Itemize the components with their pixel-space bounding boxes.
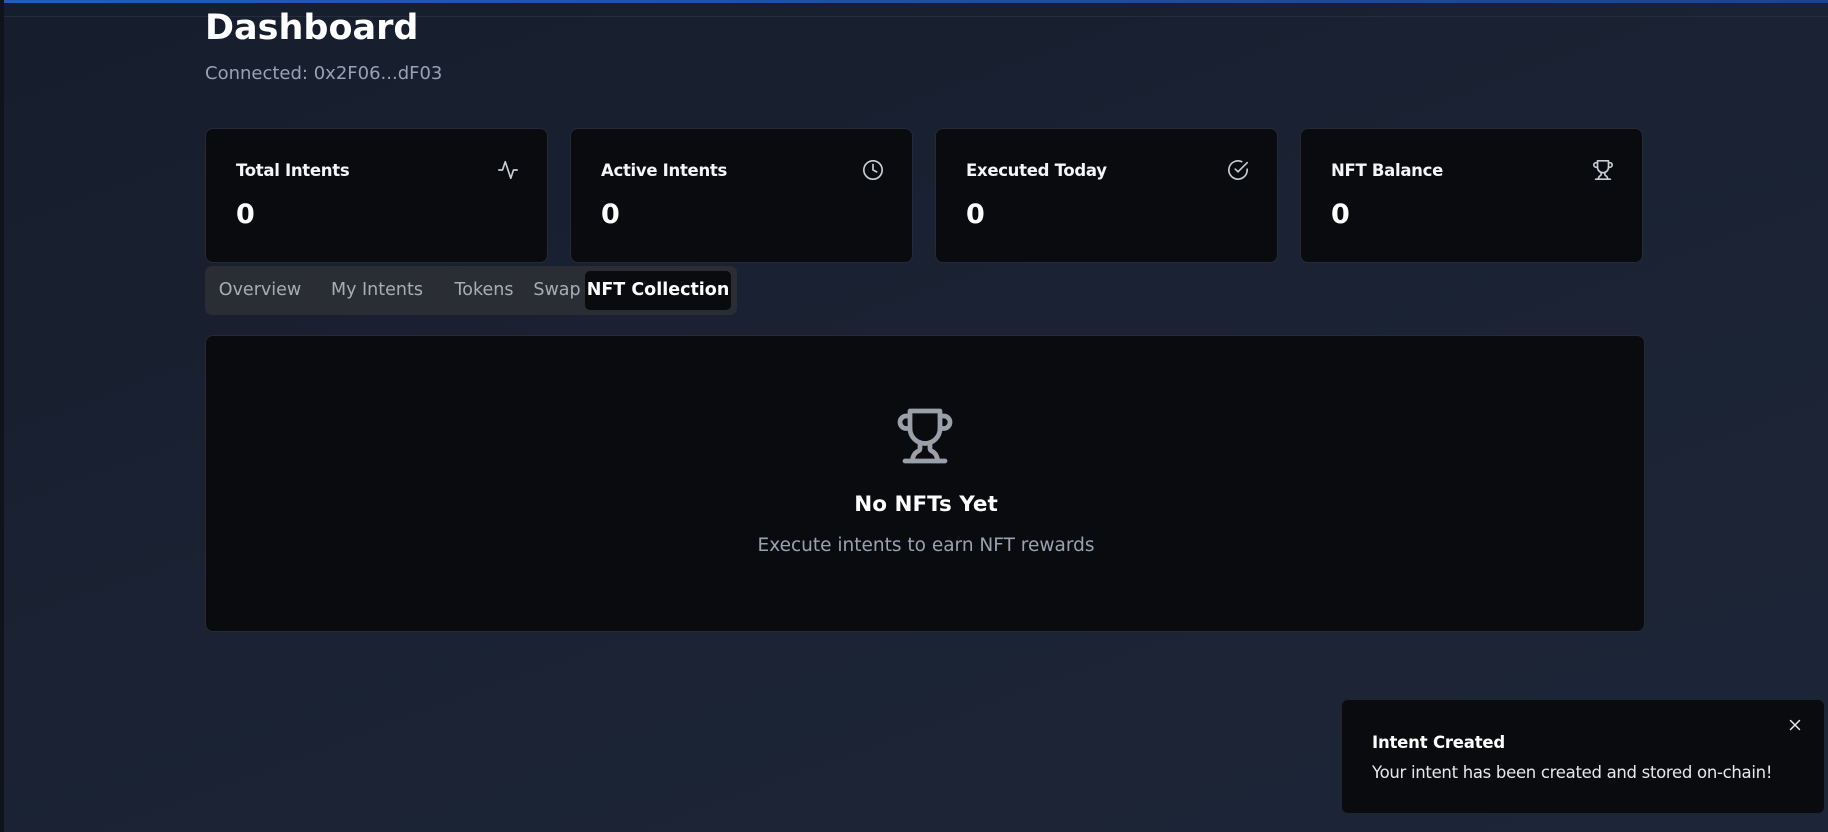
close-icon[interactable] — [1786, 716, 1804, 734]
trophy-icon — [1592, 159, 1614, 181]
empty-state-title: No NFTs Yet — [854, 492, 998, 517]
stat-card-executed-today: Executed Today 0 — [935, 128, 1278, 263]
tab-my-intents[interactable]: My Intents — [323, 271, 431, 310]
stat-card-nft-balance: NFT Balance 0 — [1300, 128, 1643, 263]
stat-label: Total Intents — [236, 161, 350, 180]
check-circle-icon — [1227, 159, 1249, 181]
toast-description: Your intent has been created and stored … — [1372, 763, 1773, 782]
stat-value: 0 — [601, 199, 620, 230]
tab-overview[interactable]: Overview — [215, 271, 305, 310]
stat-value: 0 — [966, 199, 985, 230]
clock-icon — [862, 159, 884, 181]
toast-title: Intent Created — [1372, 733, 1506, 752]
stat-value: 0 — [236, 199, 255, 230]
page-title: Dashboard — [205, 8, 419, 48]
stat-card-total-intents: Total Intents 0 — [205, 128, 548, 263]
connected-wallet-address: Connected: 0x2F06...dF03 — [205, 63, 443, 84]
empty-state-description: Execute intents to earn NFT rewards — [757, 535, 1095, 556]
stat-card-active-intents: Active Intents 0 — [570, 128, 913, 263]
tab-swap[interactable]: Swap — [521, 271, 593, 310]
stat-value: 0 — [1331, 199, 1350, 230]
trophy-icon — [895, 406, 955, 466]
stat-label: Active Intents — [601, 161, 728, 180]
toast-notification: Intent Created Your intent has been crea… — [1341, 699, 1825, 814]
activity-icon — [497, 159, 519, 181]
tab-tokens[interactable]: Tokens — [442, 271, 526, 310]
stat-label: Executed Today — [966, 161, 1107, 180]
stat-label: NFT Balance — [1331, 161, 1443, 180]
nft-collection-panel: No NFTs Yet Execute intents to earn NFT … — [205, 335, 1645, 632]
tab-nft-collection[interactable]: NFT Collection — [585, 271, 731, 310]
dashboard-tabs: Overview My Intents Tokens Swap NFT Coll… — [205, 266, 737, 315]
window-left-edge — [0, 0, 4, 832]
